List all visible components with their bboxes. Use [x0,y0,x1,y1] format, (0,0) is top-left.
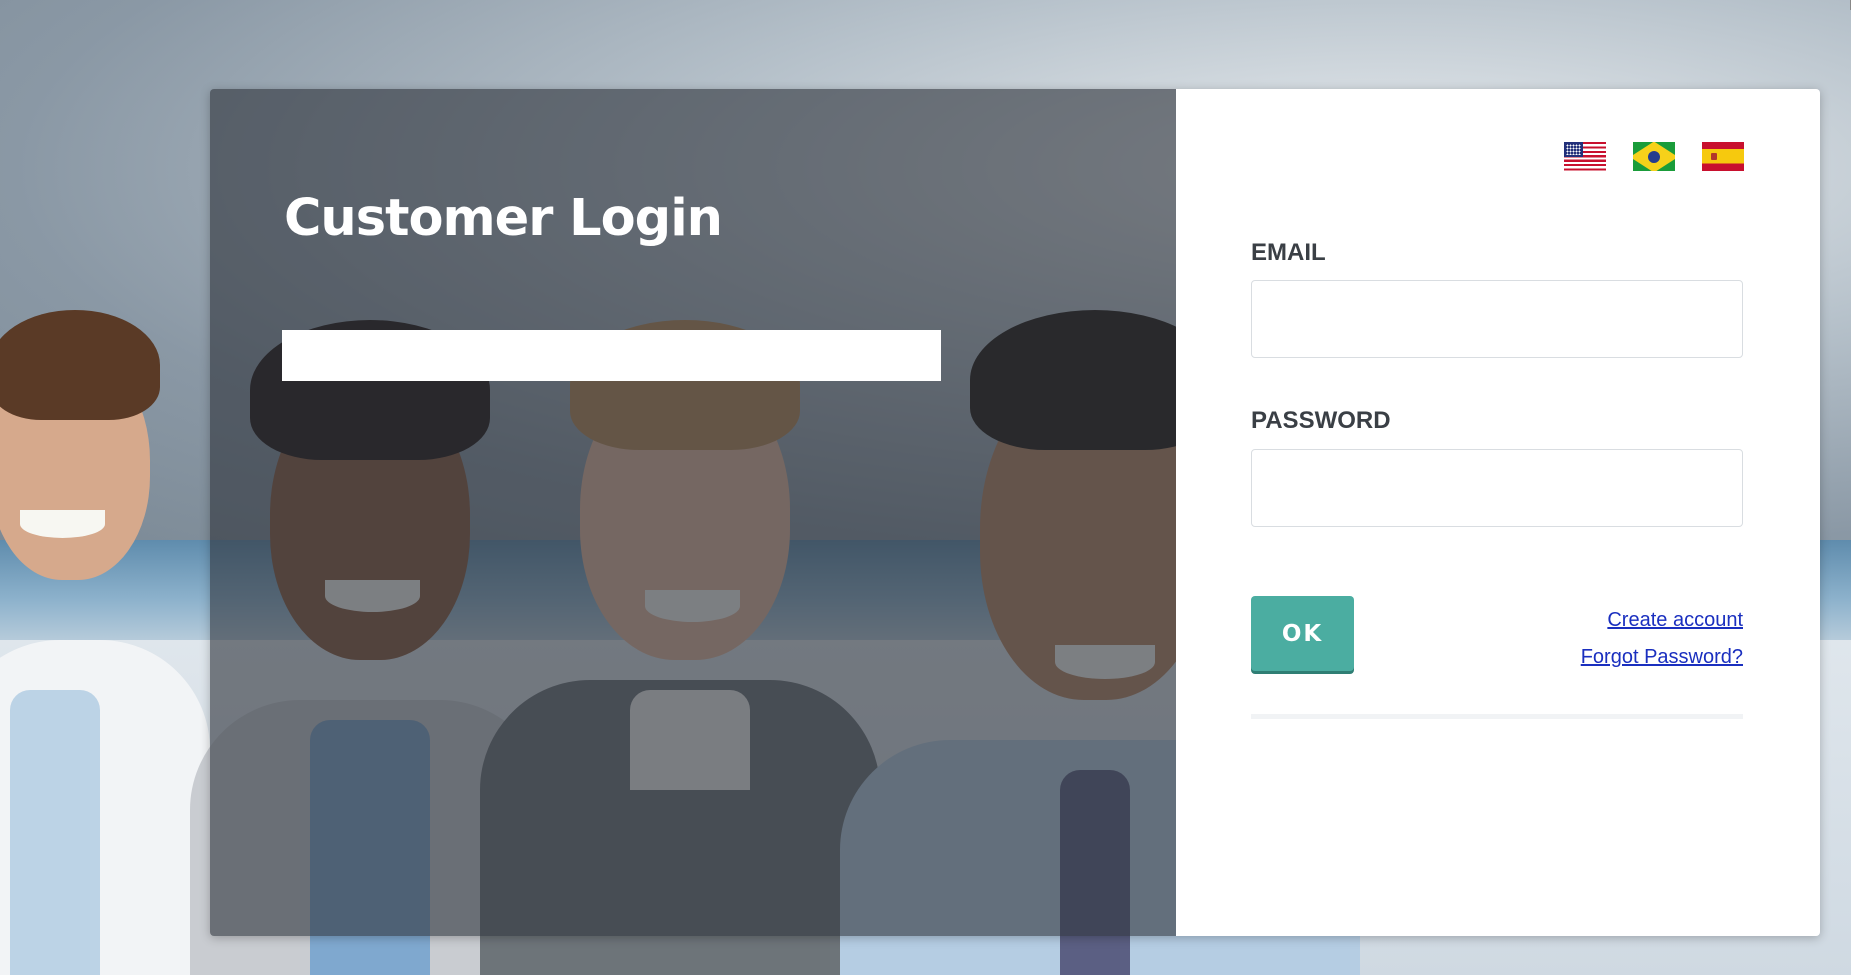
background-person [0,310,210,975]
login-card: Customer Login EMAIL PASSWORD OK Create … [210,89,1820,936]
password-label: PASSWORD [1251,407,1391,434]
forgot-password-link[interactable]: Forgot Password? [1581,639,1743,676]
spain-flag-icon[interactable] [1702,142,1744,171]
email-field[interactable] [1251,280,1743,358]
redacted-banner [282,330,941,381]
us-flag-icon[interactable] [1564,142,1606,171]
page-title: Customer Login [284,189,723,248]
email-label: EMAIL [1251,239,1326,266]
login-form-panel: EMAIL PASSWORD OK Create account Forgot … [1176,89,1820,936]
language-selector [1564,142,1744,171]
account-links: Create account Forgot Password? [1581,602,1743,676]
form-divider [1251,714,1743,719]
brazil-flag-icon[interactable] [1633,142,1675,171]
create-account-link[interactable]: Create account [1581,602,1743,639]
ok-button[interactable]: OK [1251,596,1354,671]
login-hero-panel: Customer Login [210,89,1176,936]
login-page: Customer Login EMAIL PASSWORD OK Create … [0,0,1851,975]
password-field[interactable] [1251,449,1743,527]
